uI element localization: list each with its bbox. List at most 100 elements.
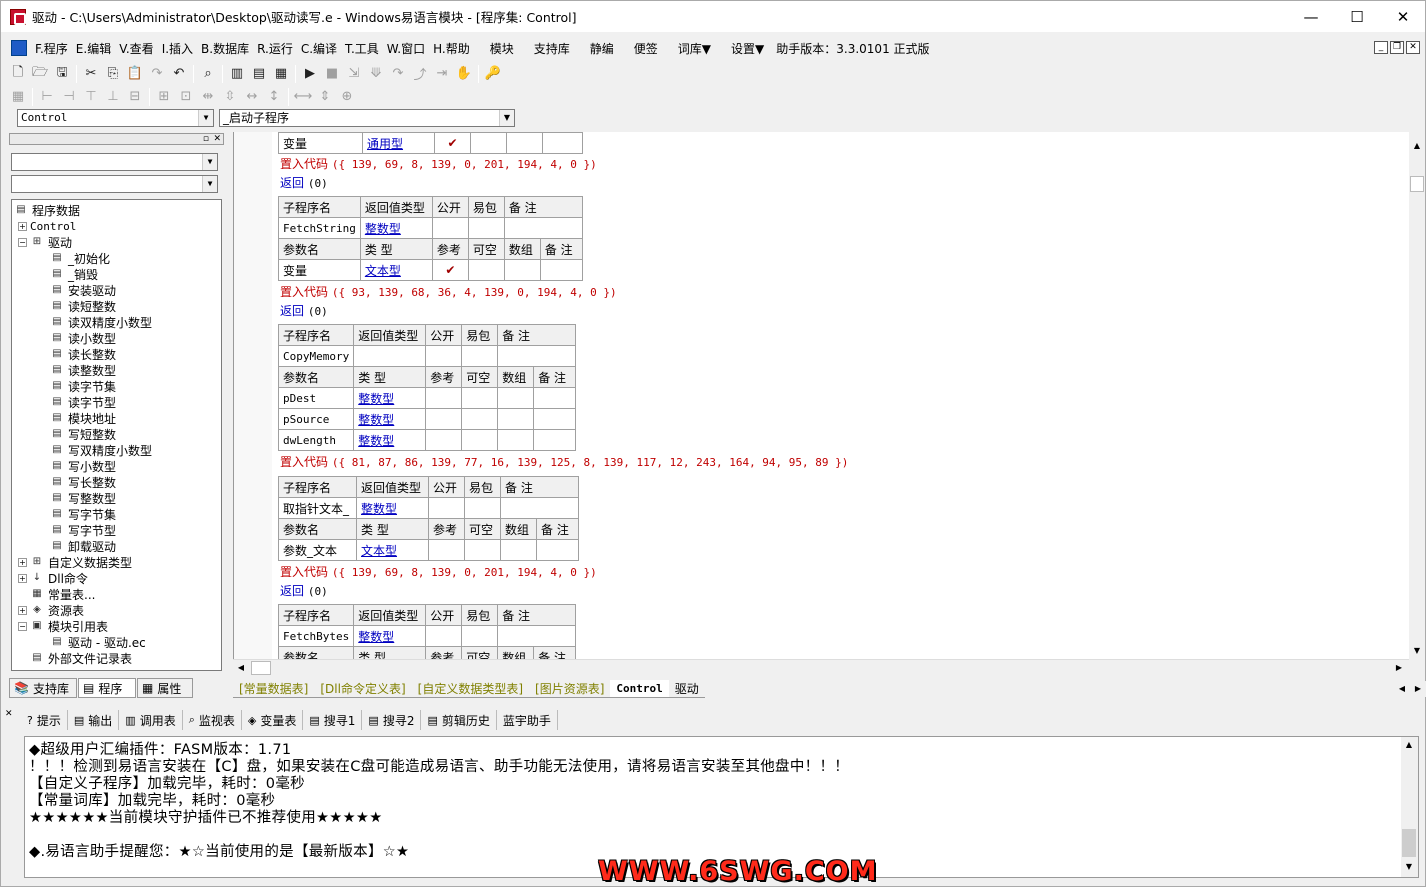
cell[interactable] <box>464 539 501 561</box>
check-icon[interactable]: ✔ <box>434 132 471 154</box>
tree-item[interactable]: ▤ 模块地址 <box>50 410 116 426</box>
cell[interactable] <box>464 497 501 519</box>
center-v-icon[interactable]: ⊡ <box>175 87 197 107</box>
run-to-cursor-icon[interactable]: ⇥ <box>431 64 453 84</box>
cell[interactable] <box>425 345 463 367</box>
cell[interactable] <box>428 539 465 561</box>
menu-view[interactable]: V.查看 <box>115 40 157 57</box>
param-type[interactable]: 整数型 <box>353 429 427 451</box>
space-h-icon[interactable]: ⇹ <box>197 87 219 107</box>
chevron-down-icon[interactable]: ▼ <box>202 176 217 192</box>
output-scrollbar[interactable]: ▲ ▼ <box>1401 737 1418 877</box>
menu-module[interactable]: 模块 <box>486 40 518 57</box>
menu-window[interactable]: W.窗口 <box>383 40 429 57</box>
menu-edit[interactable]: E.编辑 <box>72 40 115 57</box>
tabs-left-icon[interactable]: ◀ <box>1394 681 1410 697</box>
align-left-icon[interactable]: ⊢ <box>36 87 58 107</box>
output-tab[interactable]: ▤ 搜寻2 <box>362 710 422 730</box>
code-line[interactable]: 置入代码 ({ 139, 69, 8, 139, 0, 201, 194, 4,… <box>280 563 597 580</box>
menu-run[interactable]: R.运行 <box>253 40 297 57</box>
cell[interactable] <box>539 259 583 281</box>
scroll-up-icon[interactable]: ▲ <box>1401 737 1417 753</box>
scroll-right-icon[interactable]: ▶ <box>1391 660 1407 676</box>
tree-item[interactable]: ▤ 写短整数 <box>50 426 116 442</box>
tab-driver[interactable]: 驱动 <box>668 680 705 698</box>
menu-tools[interactable]: T.工具 <box>341 40 383 57</box>
mdi-close-button[interactable]: ✕ <box>1406 41 1420 54</box>
same-size-icon[interactable]: ⊕ <box>336 87 358 107</box>
redo-icon[interactable]: ↷ <box>146 64 168 84</box>
cell[interactable] <box>503 217 583 239</box>
cell[interactable] <box>497 625 577 647</box>
menu-lexicon[interactable]: 词库▼ <box>674 40 715 57</box>
cell[interactable] <box>467 217 505 239</box>
cell[interactable] <box>503 259 541 281</box>
center-h-icon[interactable]: ⊞ <box>153 87 175 107</box>
menu-compile[interactable]: C.编译 <box>297 40 341 57</box>
cell[interactable] <box>428 497 465 519</box>
tree-item[interactable]: ▤ 写整数型 <box>50 490 116 506</box>
output-tab[interactable]: ⌕ 监视表 <box>183 710 242 730</box>
cell[interactable] <box>497 429 535 451</box>
cell[interactable] <box>425 408 463 430</box>
expand-icon[interactable] <box>18 654 27 663</box>
same-width-icon[interactable]: ⟷ <box>292 87 314 107</box>
tree-item[interactable]: ▤ 读短整数 <box>50 298 116 314</box>
param-name[interactable]: dwLength <box>277 429 355 451</box>
equal-height-icon[interactable]: ↕ <box>263 87 285 107</box>
layout-3-icon[interactable]: ▦ <box>270 64 292 84</box>
return-line[interactable]: 返回 (0) <box>280 582 328 599</box>
menu-settings[interactable]: 设置▼ <box>727 40 768 57</box>
tab-custom-types[interactable]: [自定义数据类型表] <box>411 680 530 698</box>
minimize-button[interactable]: — <box>1288 1 1334 32</box>
tab-control[interactable]: Control <box>610 680 669 698</box>
cell[interactable] <box>497 345 577 367</box>
scroll-thumb[interactable] <box>251 661 271 675</box>
tab-constants[interactable]: [常量数据表] <box>233 680 315 698</box>
tree-item[interactable]: ▤ 安装驱动 <box>50 282 116 298</box>
save-icon[interactable]: 🖫 <box>51 64 73 84</box>
tab-support-lib[interactable]: 📚 支持库 <box>9 678 77 698</box>
return-line[interactable]: 返回 (0) <box>280 174 328 191</box>
tree-item[interactable]: ▤ 读长整数 <box>50 346 116 362</box>
menu-support-lib[interactable]: 支持库 <box>530 40 574 57</box>
align-middle-icon[interactable]: ⊥ <box>102 87 124 107</box>
undo-icon[interactable]: ↶ <box>168 64 190 84</box>
code-editor[interactable]: 变量 通用型 ✔ 置入代码 ({ 139, 69, 8, 139, 0, 201… <box>233 132 1409 659</box>
cell[interactable] <box>467 259 505 281</box>
output-tab[interactable]: ▥ 调用表 <box>119 710 183 730</box>
output-tab[interactable]: ▤ 剪辑历史 <box>421 710 497 730</box>
return-type[interactable]: 整数型 <box>359 217 433 239</box>
tab-image-resources[interactable]: [图片资源表] <box>529 680 611 698</box>
param-name[interactable]: pDest <box>277 387 355 409</box>
step-into-icon[interactable]: ⟱ <box>365 64 387 84</box>
tree-item[interactable]: ▤ 读整数型 <box>50 362 116 378</box>
tree-item[interactable]: ▤ 外部文件记录表 <box>18 650 132 666</box>
return-line[interactable]: 返回 (0) <box>280 302 328 319</box>
align-top-icon[interactable]: ⊤ <box>80 87 102 107</box>
tree-item[interactable]: + ↓ Dll命令 <box>18 570 88 586</box>
open-folder-icon[interactable]: 🗁 <box>29 64 51 84</box>
sub-name[interactable]: FetchBytes <box>277 625 355 647</box>
sub-name[interactable]: CopyMemory <box>277 345 355 367</box>
tab-program[interactable]: ▤ 程序 <box>78 678 136 698</box>
tree-item[interactable]: ▤ _初始化 <box>50 250 110 266</box>
left-combo-1[interactable]: ▼ <box>11 153 218 171</box>
layout-2-icon[interactable]: ▤ <box>248 64 270 84</box>
cell[interactable] <box>500 539 537 561</box>
scroll-down-icon[interactable]: ▼ <box>1401 859 1417 875</box>
menu-notes[interactable]: 便签 <box>630 40 662 57</box>
scroll-left-icon[interactable]: ◀ <box>233 660 249 676</box>
menu-insert[interactable]: I.插入 <box>158 40 197 57</box>
hand-icon[interactable]: ✋ <box>453 64 475 84</box>
step-icon[interactable]: ⇲ <box>343 64 365 84</box>
new-file-icon[interactable]: 🗋 <box>7 64 29 84</box>
expand-icon[interactable]: + <box>18 573 27 583</box>
menu-database[interactable]: B.数据库 <box>197 40 253 57</box>
mdi-restore-button[interactable]: ❐ <box>1390 41 1404 54</box>
check-icon[interactable]: ✔ <box>431 259 469 281</box>
paste-icon[interactable]: 📋 <box>124 64 146 84</box>
expand-icon[interactable]: + <box>18 605 27 615</box>
return-type[interactable]: 整数型 <box>356 497 429 519</box>
cell[interactable] <box>497 408 535 430</box>
